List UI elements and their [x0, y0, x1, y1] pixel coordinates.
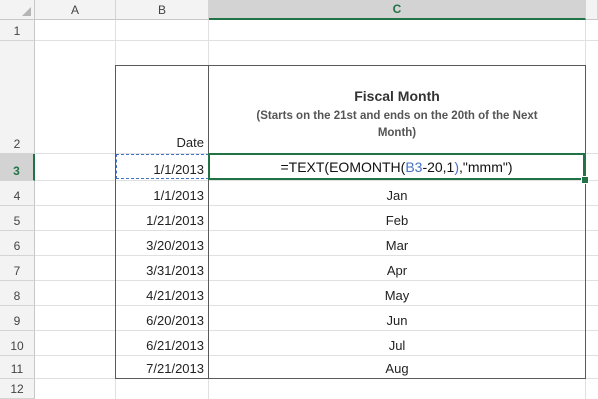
cell-c9[interactable]: Jun: [209, 306, 585, 331]
formula-middle: -20,1: [422, 158, 455, 175]
select-all-triangle-icon: [22, 7, 31, 16]
cell-b8[interactable]: 4/21/2013: [116, 281, 208, 306]
row-header-8[interactable]: 8: [0, 281, 35, 306]
cell-b6[interactable]: 3/20/2013: [116, 231, 208, 256]
column-header-b[interactable]: B: [116, 0, 209, 20]
cell-b4[interactable]: 1/1/2013: [116, 181, 208, 206]
cell-c11[interactable]: Aug: [209, 356, 585, 379]
row-header-6[interactable]: 6: [0, 231, 35, 256]
cell-b3[interactable]: 1/1/2013: [116, 154, 208, 180]
cell-c3-formula-editor[interactable]: =TEXT(EOMONTH(B3 -20,1) ,"mmm"): [208, 153, 585, 180]
cell-c6[interactable]: Mar: [209, 231, 585, 256]
column-header-a[interactable]: A: [35, 0, 116, 20]
row-header-7[interactable]: 7: [0, 256, 35, 281]
row-header-5[interactable]: 5: [0, 206, 35, 231]
row-header-4[interactable]: 4: [0, 181, 35, 206]
column-header-c[interactable]: C: [209, 0, 586, 20]
cell-c2-fiscal-header[interactable]: [209, 41, 585, 153]
cell-b10[interactable]: 6/21/2013: [116, 331, 208, 356]
formula-reference-b3: B3: [405, 158, 423, 175]
select-all-corner[interactable]: [0, 0, 35, 20]
row-header-10[interactable]: 10: [0, 331, 35, 356]
cell-c8[interactable]: May: [209, 281, 585, 306]
cell-b9[interactable]: 6/20/2013: [116, 306, 208, 331]
spreadsheet: A B C 1 2 3 4 5 6 7 8 9 10 11 12 Date Fi…: [0, 0, 598, 399]
cell-c5[interactable]: Feb: [209, 206, 585, 231]
column-header-d[interactable]: [586, 0, 598, 20]
row-header-3[interactable]: 3: [0, 154, 35, 181]
row-header-1[interactable]: 1: [0, 20, 35, 41]
row-header-11[interactable]: 11: [0, 356, 35, 379]
formula-suffix: ,"mmm"): [459, 158, 513, 175]
cell-c7[interactable]: Apr: [209, 256, 585, 281]
row-header-9[interactable]: 9: [0, 306, 35, 331]
row-header-12[interactable]: 12: [0, 379, 35, 399]
cell-b7[interactable]: 3/31/2013: [116, 256, 208, 281]
cell-b5[interactable]: 1/21/2013: [116, 206, 208, 231]
cell-c4[interactable]: Jan: [209, 181, 585, 206]
formula-prefix: =TEXT(EOMONTH(: [280, 158, 406, 175]
cell-b11[interactable]: 7/21/2013: [116, 356, 208, 379]
cell-b2-date-header[interactable]: Date: [116, 133, 208, 153]
cell-c10[interactable]: Jul: [209, 331, 585, 356]
row-header-2[interactable]: 2: [0, 41, 35, 154]
